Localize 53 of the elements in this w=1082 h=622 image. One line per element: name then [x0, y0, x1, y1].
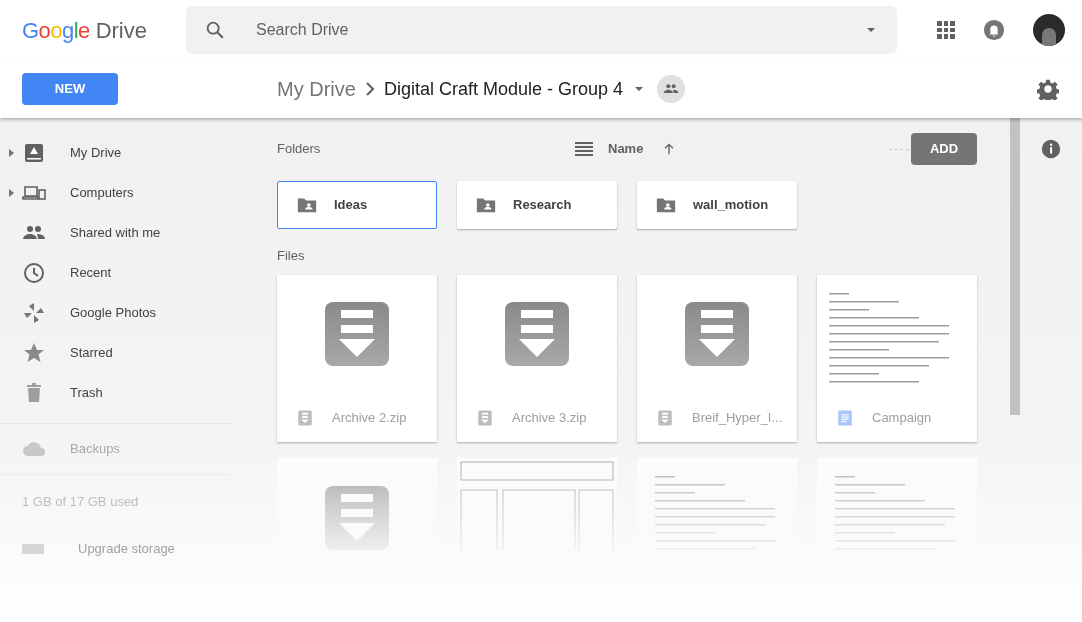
pinwheel-icon — [22, 301, 46, 325]
sidebar-item[interactable]: Computers — [70, 183, 134, 203]
sidebar-item[interactable]: Google Photos — [70, 303, 156, 323]
settings-icon — [1037, 78, 1059, 100]
expand-arrow-icon[interactable] — [8, 189, 14, 197]
sidebar-item[interactable]: My Drive — [70, 143, 122, 163]
folder-card[interactable]: Research — [457, 181, 617, 229]
archive-icon — [325, 302, 389, 366]
breadcrumb-link[interactable]: Digital Craft Module - Group 4 — [383, 75, 623, 103]
google-logo: Google — [22, 16, 90, 45]
archive-icon — [505, 302, 569, 366]
notification-bell-icon[interactable] — [983, 19, 1005, 41]
storage-usage-text: 1 GB of 17 GB used — [22, 494, 139, 509]
document-icon — [836, 408, 854, 427]
search-field[interactable]: Search Drive — [186, 6, 897, 54]
search-input: Search Drive — [256, 18, 863, 42]
archive-icon — [325, 486, 389, 550]
account-avatar[interactable] — [1033, 14, 1065, 46]
file-name: Breif_Hyper_I... — [692, 408, 783, 427]
sort-name-button[interactable]: Name — [608, 139, 644, 159]
file-name: Archive 3.zip — [512, 408, 587, 427]
sidebar-item[interactable]: Trash — [70, 383, 103, 403]
archive-icon — [296, 408, 314, 427]
archive-icon — [656, 408, 674, 427]
folder-card[interactable]: Ideas — [277, 181, 437, 229]
chevron-right-icon — [365, 82, 374, 96]
drive-logo-text: Drive — [95, 16, 147, 45]
archive-icon — [476, 408, 494, 427]
new-button[interactable]: NEW — [22, 73, 118, 105]
search-icon — [204, 19, 226, 41]
sidebar-item[interactable]: Shared with me — [70, 223, 161, 243]
list-view-icon[interactable] — [575, 142, 593, 156]
shared-people-icon[interactable] — [657, 75, 685, 103]
file-name: Campaign — [872, 408, 932, 427]
sidebar-item[interactable]: Recent — [70, 263, 112, 283]
drive-icon — [22, 141, 46, 165]
archive-icon — [685, 302, 749, 366]
add-button[interactable]: ADD — [911, 133, 977, 165]
storage-icon — [22, 543, 44, 554]
clock-icon — [22, 261, 46, 285]
scrollbar[interactable] — [1010, 118, 1020, 415]
file-name: Archive 2.zip — [332, 408, 407, 427]
sidebar-item[interactable]: Starred — [70, 343, 113, 363]
section-heading: Files — [277, 248, 305, 263]
breadcrumb-link[interactable]: My Drive — [277, 74, 356, 104]
expand-arrow-icon[interactable] — [8, 149, 14, 157]
apps-grid-icon[interactable] — [937, 21, 955, 39]
folder-name: Research — [513, 196, 572, 215]
folder-name: Ideas — [334, 196, 368, 215]
section-heading: Folders — [277, 140, 322, 159]
folder-name: wall_motion — [693, 196, 769, 215]
info-icon — [1040, 138, 1062, 160]
folder-card[interactable]: wall_motion — [637, 181, 797, 229]
